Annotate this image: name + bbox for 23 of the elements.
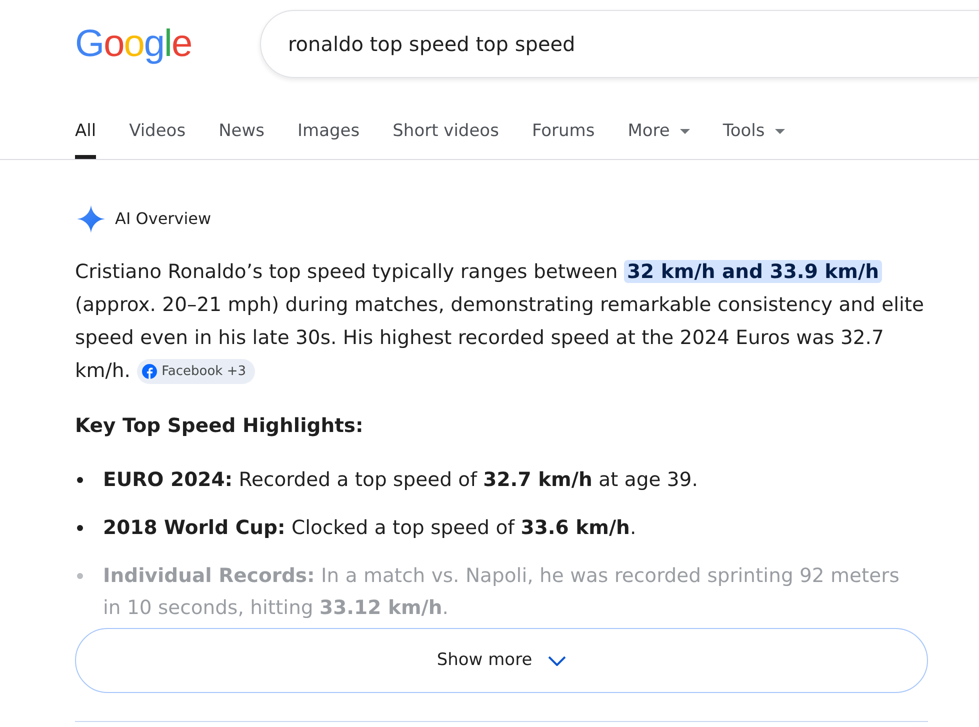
tab[interactable]: Videos [129,119,186,159]
highlight-text: EURO 2024: Recorded a top speed of 32.7 km/h at age 39. [103,467,698,493]
tab[interactable]: All [75,119,96,159]
tab[interactable]: Short videos [392,119,499,159]
highlight-text: Individual Records: In a match vs. Napoli, he was recorded sprinting 92 meters in 10 seconds, hitting 33.12 km/h. [103,563,900,621]
highlights-heading: Key Top Speed Highlights: [75,413,364,439]
tab[interactable]: Images [298,119,360,159]
ai-overview-title: AI Overview [115,208,212,230]
source-chip[interactable]: Facebook +3 [136,359,256,384]
tab[interactable]: More [628,119,690,159]
f-logo-icon [142,364,157,380]
sparkle-icon [77,205,105,233]
chevron-down-icon [548,656,566,666]
summary-text: Cristiano Ronaldo’s top speed typically ranges between 32 km/h and 33.9 km/h (approx. 20–21 mph) during matches, demonstrating remarkable consistency and elite speed even in his late 30s. His highest recorded speed at the 2024 Euros was 32.7 km/h. Facebook +3 [75,255,928,387]
tab[interactable]: Tools [722,119,785,159]
logo[interactable]: Google [75,25,199,63]
show-more-button[interactable]: Show more [75,628,928,693]
caret-icon [680,128,690,134]
tab[interactable]: Forums [532,119,595,159]
tab[interactable]: News [218,119,265,159]
highlight-text: 2018 World Cup: Clocked a top speed of 33.6 km/h. [103,515,636,541]
caret-icon [774,128,785,134]
search-field[interactable]: ronaldo top speed top speed [260,10,979,78]
